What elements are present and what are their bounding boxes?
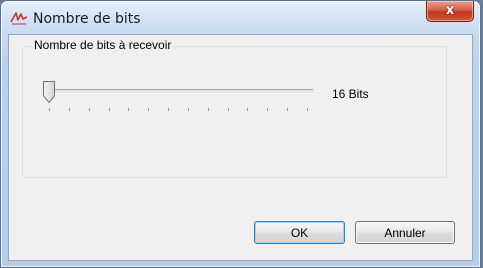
signature-icon <box>9 9 29 27</box>
bits-groupbox: Nombre de bits à recevoir 16 Bits <box>22 38 447 178</box>
window-title: Nombre de bits <box>33 11 141 27</box>
title-bar[interactable]: Nombre de bits x <box>1 1 480 35</box>
bits-slider[interactable] <box>43 81 313 111</box>
slider-tick <box>49 108 50 111</box>
slider-tick <box>287 108 289 111</box>
cancel-button[interactable]: Annuler <box>355 221 455 244</box>
dialog-content: Nombre de bits à recevoir 16 Bits OK Ann… <box>8 34 473 261</box>
slider-tick <box>267 108 269 111</box>
slider-tick <box>168 108 170 111</box>
slider-tick <box>207 108 209 111</box>
groupbox-label: Nombre de bits à recevoir <box>31 38 175 52</box>
slider-tick <box>88 108 90 111</box>
slider-tick <box>227 108 229 111</box>
slider-thumb[interactable] <box>43 81 55 104</box>
slider-tick <box>307 108 308 111</box>
slider-tick <box>247 108 249 111</box>
slider-tick <box>68 108 70 111</box>
slider-track[interactable] <box>43 89 313 94</box>
slider-tick <box>148 108 150 111</box>
slider-value-label: 16 Bits <box>332 87 369 101</box>
close-button[interactable]: x <box>426 1 474 22</box>
dialog-window: Nombre de bits x Nombre de bits à recevo… <box>0 0 481 268</box>
slider-tick <box>108 108 110 111</box>
slider-tick <box>128 108 130 111</box>
ok-button[interactable]: OK <box>254 221 345 244</box>
slider-tick <box>187 108 189 111</box>
